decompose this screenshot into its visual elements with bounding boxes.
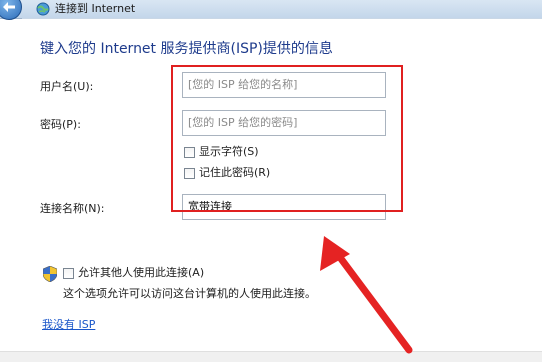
back-button[interactable] [0, 0, 22, 20]
password-label: 密码(P): [40, 118, 81, 131]
network-globe-icon [36, 2, 50, 16]
connection-name-label: 连接名称(N): [40, 202, 105, 215]
back-arrow-icon [3, 2, 15, 12]
title-separator [22, 18, 542, 19]
allow-others-label: 允许其他人使用此连接(A) [78, 266, 205, 279]
title-bar: 连接到 Internet [0, 0, 542, 20]
username-label: 用户名(U): [40, 80, 94, 93]
page-heading: 键入您的 Internet 服务提供商(ISP)提供的信息 [40, 41, 333, 57]
window-title: 连接到 Internet [55, 2, 136, 15]
allow-others-checkbox[interactable] [63, 268, 74, 279]
footer-strip [0, 351, 542, 362]
no-isp-link[interactable]: 我没有 ISP [42, 318, 95, 332]
arrow-head [320, 236, 350, 271]
sharing-description: 这个选项允许可以访问这台计算机的人使用此连接。 [63, 287, 316, 300]
highlight-frame [171, 65, 403, 212]
uac-shield-icon [43, 266, 57, 282]
arrow-shaft [332, 248, 413, 354]
